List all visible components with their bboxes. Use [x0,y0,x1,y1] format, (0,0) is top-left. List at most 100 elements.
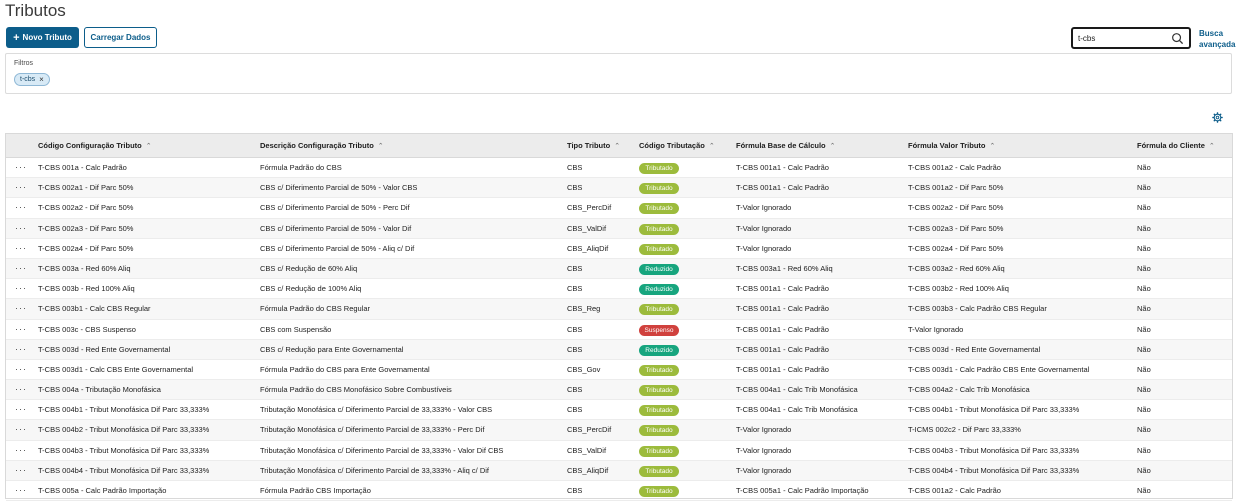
more-options-icon[interactable]: ··· [15,158,27,178]
table-row[interactable]: ··· T-CBS 004b1 - Tribut Monofásica Dif P… [6,400,1232,421]
filters-panel: Filtros t-cbs × [5,53,1232,94]
col-descricao-config-cell: CBS c/ Redução de 60% Aliq [260,263,358,273]
load-data-button[interactable]: Carregar Dados [84,27,157,48]
more-options-icon[interactable]: ··· [15,360,27,380]
sort-icon[interactable]: ⌃ [990,143,996,150]
search-icon[interactable] [1171,32,1184,45]
col-codigo-config-header[interactable]: Código Configuração Tributo ⌃ [38,134,258,158]
col-formula-base-cell: T-CBS 001a1 - Calc Padrão [736,324,829,334]
sort-icon[interactable]: ⌃ [709,143,715,150]
col-formula-cliente-cell: Não [1137,445,1151,455]
status-badge: Tributado [639,183,679,195]
more-options-icon[interactable]: ··· [15,461,27,481]
col-formula-valor-cell: T-CBS 003b3 - Calc Padrão CBS Regular [908,304,1047,314]
table-row[interactable]: ··· T-CBS 002a2 - Dif Parc 50% CBS c/ Dife… [6,198,1232,219]
more-options-icon[interactable]: ··· [15,178,27,198]
col-tipo-tributo-cell: CBS [567,163,583,172]
col-formula-valor-cell: T-CBS 001a2 - Dif Parc 50% [908,183,1004,193]
more-options-icon[interactable]: ··· [15,299,27,319]
status-badge: Suspenso [639,324,679,336]
col-formula-base-cell: T-CBS 005a1 - Calc Padrão Importação [736,486,869,495]
more-options-icon[interactable]: ··· [15,340,27,360]
filter-chip[interactable]: t-cbs × [14,73,50,86]
col-formula-valor-header[interactable]: Fórmula Valor Tributo ⌃ [908,134,1136,158]
col-formula-cliente-cell: Não [1137,163,1151,172]
table-row[interactable]: ··· T-CBS 004b2 - Tribut Monofásica Dif P… [6,420,1232,441]
table-row[interactable]: ··· T-CBS 001a - Calc Padrão Fórmula Padrã… [6,158,1232,179]
col-codigo-tributacao-header[interactable]: Código Tributação ⌃ [639,134,715,158]
col-formula-valor-cell: T-CBS 004a2 - Calc Trib Monofásica [908,385,1030,395]
col-codigo-config-cell: T-CBS 003b - Red 100% Aliq [38,284,135,294]
col-formula-base-cell: T-CBS 001a1 - Calc Padrão [736,364,829,374]
col-formula-base-header[interactable]: Fórmula Base de Cálculo ⌃ [736,134,906,158]
table-row[interactable]: ··· T-CBS 004b3 - Tribut Monofásica Dif P… [6,441,1232,461]
status-badge: Tributado [639,364,679,376]
col-formula-cliente-cell: Não [1137,405,1151,415]
advanced-search-line2: avançada [1199,40,1236,49]
status-badge: Tributado [639,385,679,397]
more-options-icon[interactable]: ··· [15,198,27,218]
sort-icon[interactable]: ⌃ [830,143,836,150]
column-header-label: Fórmula do Cliente [1137,141,1205,150]
status-badge: Tributado [639,425,679,437]
col-formula-valor-cell: T-CBS 004b1 - Tribut Monofásica Dif Parc… [908,405,1080,415]
status-badge: Reduzido [639,284,679,296]
col-formula-valor-cell: T-Valor Ignorado [908,324,964,334]
table-row[interactable]: ··· T-CBS 002a4 - Dif Parc 50% CBS c/ Dife… [6,239,1232,259]
more-options-icon[interactable]: ··· [15,400,27,420]
col-tipo-tributo-cell: CBS_Reg [567,304,601,314]
table-row[interactable]: ··· T-CBS 003a - Red 60% Aliq CBS c/ Reduç… [6,258,1232,280]
more-options-icon[interactable]: ··· [15,481,27,501]
more-options-icon[interactable]: ··· [15,219,27,239]
close-icon[interactable]: × [39,75,44,84]
table-row[interactable]: ··· T-CBS 002a3 - Dif Parc 50% CBS c/ Dife… [6,218,1232,239]
col-formula-base-cell: T-Valor Ignorado [736,465,792,475]
table-row[interactable]: ··· T-CBS 003b1 - Calc CBS Regular Fórmula… [6,299,1232,320]
more-options-icon[interactable]: ··· [15,420,27,440]
table-row[interactable]: ··· T-CBS 004a - Tributação Monofásica Fór… [6,380,1232,401]
search-input[interactable]: t-cbs [1071,27,1191,49]
col-formula-valor-cell: T-CBS 004b3 - Tribut Monofásica Dif Parc… [908,445,1080,455]
col-formula-cliente-cell: Não [1137,425,1151,435]
table-row[interactable]: ··· T-CBS 003b - Red 100% Aliq CBS c/ Redu… [6,279,1232,300]
col-tipo-tributo-cell: CBS_AliqDif [567,465,609,475]
col-formula-base-cell: T-CBS 001a1 - Calc Padrão [736,344,829,354]
column-header-label: Fórmula Valor Tributo [908,141,986,150]
table-row[interactable]: ··· T-CBS 003c - CBS Suspenso CBS com Susp… [6,320,1232,340]
col-formula-valor-cell: T-CBS 003d1 - Calc Padrão CBS Ente Gover… [908,364,1090,374]
more-options-icon[interactable]: ··· [15,259,27,279]
table-row[interactable]: ··· T-CBS 003d - Red Ente Governamental CB… [6,339,1232,360]
more-options-icon[interactable]: ··· [15,441,27,461]
new-tax-button[interactable]: + Novo Tributo [6,27,79,48]
more-options-icon[interactable]: ··· [15,279,27,299]
col-descricao-config-cell: Fórmula Padrão do CBS Regular [260,304,371,314]
filter-chip-label: t-cbs [20,76,36,83]
table-row[interactable]: ··· T-CBS 004b4 - Tribut Monofásica Dif P… [6,460,1232,481]
status-badge: Tributado [639,405,679,417]
col-formula-base-cell: T-CBS 001a1 - Calc Padrão [736,304,829,314]
advanced-search-link[interactable]: Busca avançada [1199,28,1235,50]
table-body: ··· T-CBS 001a - Calc Padrão Fórmula Padrã… [6,158,1232,502]
table-row[interactable]: ··· T-CBS 003d1 - Calc CBS Ente Govername… [6,360,1232,381]
col-descricao-config-cell: Tributação Monofásica c/ Diferimento Par… [260,425,485,435]
col-descricao-config-cell: CBS c/ Diferimento Parcial de 50% - Perc… [260,203,410,213]
more-options-icon[interactable]: ··· [15,380,27,400]
gear-icon[interactable] [1212,112,1223,123]
table-row[interactable]: ··· T-CBS 005a - Calc Padrão Importação Fó… [6,481,1232,502]
table-row[interactable]: ··· T-CBS 002a1 - Dif Parc 50% CBS c/ Dife… [6,178,1232,199]
sort-icon[interactable]: ⌃ [378,143,384,150]
sort-icon[interactable]: ⌃ [614,143,620,150]
col-descricao-config-cell: Tributação Monofásica c/ Diferimento Par… [260,465,489,475]
col-codigo-config-cell: T-CBS 004b1 - Tribut Monofásica Dif Parc… [38,405,210,415]
sort-icon[interactable]: ⌃ [146,143,152,150]
more-options-icon[interactable]: ··· [15,320,27,340]
col-descricao-config-header[interactable]: Descrição Configuração Tributo ⌃ [260,134,565,158]
col-formula-cliente-cell: Não [1137,203,1151,213]
col-tipo-tributo-header[interactable]: Tipo Tributo ⌃ [567,134,637,158]
col-formula-base-cell: T-Valor Ignorado [736,425,792,435]
col-formula-cliente-header[interactable]: Fórmula do Cliente ⌃ [1137,134,1217,158]
more-options-icon[interactable]: ··· [15,239,27,259]
new-tax-label: Novo Tributo [22,33,72,42]
filters-label: Filtros [14,60,34,67]
sort-icon[interactable]: ⌃ [1209,143,1215,150]
